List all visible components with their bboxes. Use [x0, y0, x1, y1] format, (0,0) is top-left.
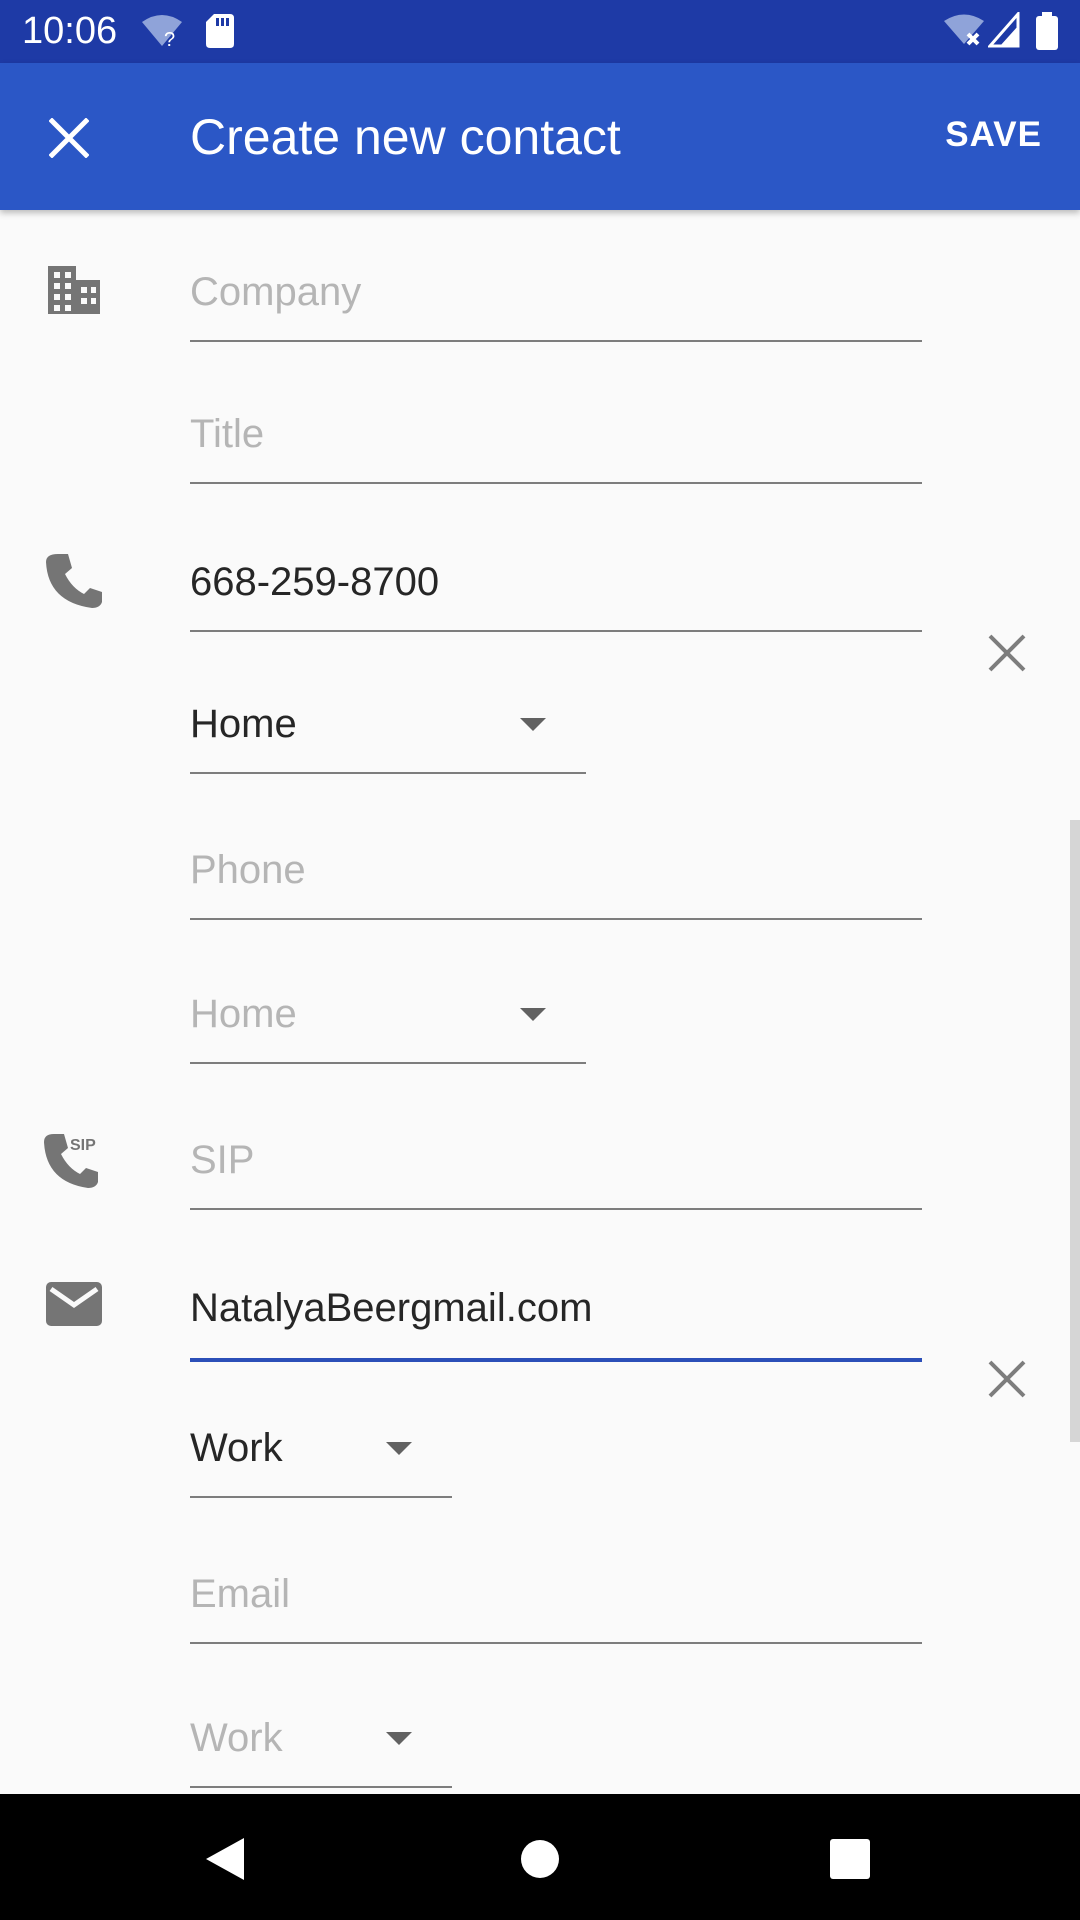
email-placeholder: Email: [190, 1572, 291, 1616]
chevron-down-icon: [386, 1442, 412, 1455]
sip-placeholder: SIP: [190, 1138, 255, 1182]
chevron-down-icon: [386, 1732, 412, 1745]
company-field[interactable]: Company: [190, 250, 922, 342]
home-icon: [521, 1840, 559, 1878]
close-icon: [49, 118, 89, 158]
email-type-dropdown-2[interactable]: Work: [190, 1694, 452, 1788]
svg-text:?: ?: [164, 29, 175, 50]
home-button[interactable]: [505, 1824, 575, 1894]
phone-icon: [46, 554, 102, 608]
save-button[interactable]: SAVE: [945, 115, 1042, 155]
email-type-label: Work: [190, 1426, 283, 1470]
phone-field[interactable]: 668-259-8700: [190, 540, 922, 632]
page-title: Create new contact: [190, 109, 621, 165]
sip-field[interactable]: SIP: [190, 1118, 922, 1210]
remove-phone-button[interactable]: [980, 626, 1034, 680]
remove-email-button[interactable]: [980, 1352, 1034, 1406]
email-icon: [46, 1282, 102, 1326]
sd-card-icon: [206, 14, 234, 48]
company-placeholder: Company: [190, 270, 362, 314]
email-field[interactable]: NatalyaBeergmail.com: [190, 1266, 922, 1362]
email-type-dropdown[interactable]: Work: [190, 1404, 452, 1498]
email-value: NatalyaBeergmail.com: [190, 1286, 593, 1330]
chevron-down-icon: [520, 1008, 546, 1021]
close-button[interactable]: [34, 103, 104, 173]
phone-value: 668-259-8700: [190, 560, 440, 604]
email-type-label-2: Work: [190, 1716, 283, 1760]
sip-phone-icon: SIP: [44, 1134, 98, 1188]
battery-icon: [1036, 12, 1058, 50]
app-bar: Create new contact SAVE: [0, 63, 1080, 210]
navigation-bar: [0, 1794, 1080, 1920]
wifi-question-icon: ?: [142, 15, 182, 50]
phone-field-2[interactable]: Phone: [190, 828, 922, 920]
email-field-2[interactable]: Email: [190, 1552, 922, 1644]
status-bar: 10:06 ?: [0, 0, 1080, 63]
status-time: 10:06: [22, 10, 118, 52]
phone-type-label-2: Home: [190, 992, 297, 1036]
title-placeholder: Title: [190, 412, 265, 456]
back-icon: [206, 1838, 244, 1880]
scrollbar[interactable]: [1070, 820, 1080, 1442]
recents-icon: [830, 1839, 870, 1879]
phone-type-label: Home: [190, 702, 297, 746]
recents-button[interactable]: [815, 1824, 885, 1894]
chevron-down-icon: [520, 718, 546, 731]
signal-icon: [988, 12, 1020, 48]
building-icon: [48, 266, 100, 314]
phone-type-dropdown[interactable]: Home: [190, 680, 586, 774]
sip-badge: SIP: [70, 1137, 96, 1154]
phone-placeholder: Phone: [190, 848, 306, 892]
title-field[interactable]: Title: [190, 392, 922, 484]
phone-type-dropdown-2[interactable]: Home: [190, 970, 586, 1064]
back-button[interactable]: [190, 1824, 260, 1894]
wifi-off-icon: [944, 14, 984, 46]
